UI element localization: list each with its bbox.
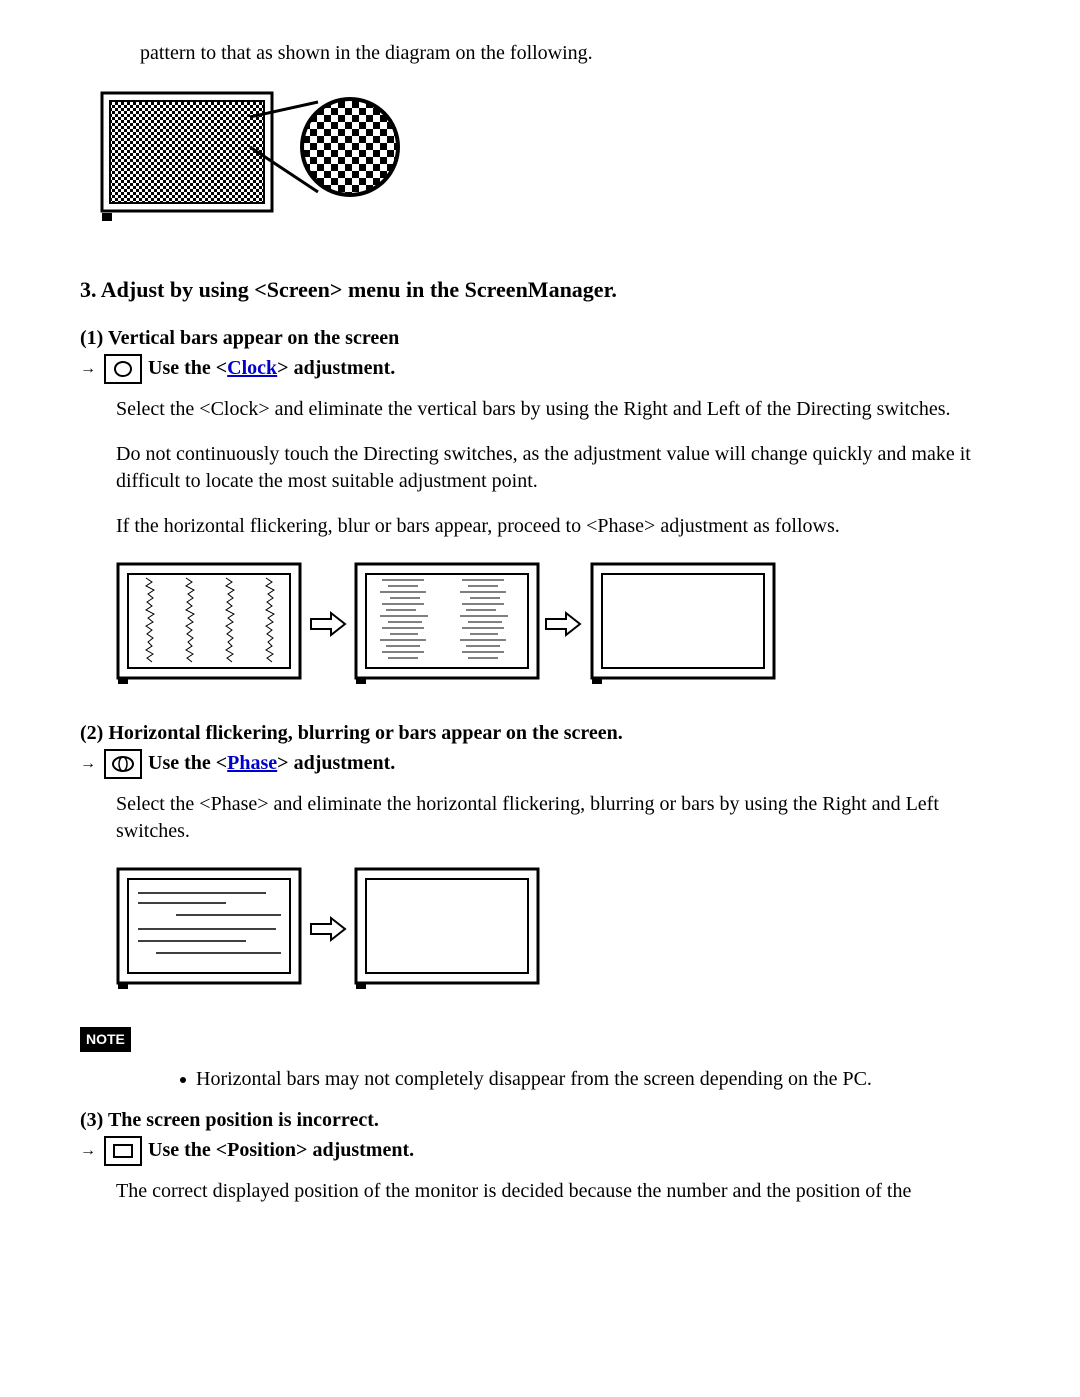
diagram-clock-adjust: [116, 558, 1000, 696]
clock-icon: [104, 354, 142, 384]
arrow-icon: →: [80, 1140, 96, 1162]
diagram-phase-adjust: [116, 863, 1000, 1001]
step1-para1: Select the <Clock> and eliminate the ver…: [116, 396, 1000, 423]
step2-heading: (2) Horizontal flickering, blurring or b…: [80, 720, 1000, 747]
step1-para2: Do not continuously touch the Directing …: [116, 441, 1000, 495]
note-badge: NOTE: [80, 1027, 131, 1052]
intro-text: pattern to that as shown in the diagram …: [140, 40, 1000, 67]
step2-action-suffix: > adjustment.: [277, 752, 395, 774]
step2-para1: Select the <Phase> and eliminate the hor…: [116, 791, 1000, 845]
step3-action-text: Use the <Position> adjustment.: [148, 1137, 414, 1164]
arrow-icon: →: [80, 358, 96, 380]
note-bullet-text: Horizontal bars may not completely disap…: [196, 1068, 872, 1090]
step1-action-prefix: Use the <: [148, 357, 227, 379]
bullet-icon: [180, 1077, 186, 1083]
step3-action-line: → Use the <Position> adjustment.: [80, 1136, 1000, 1166]
step1-action-suffix: > adjustment.: [277, 357, 395, 379]
phase-icon: [104, 749, 142, 779]
step1-action-line: → Use the <Clock> adjustment.: [80, 354, 1000, 384]
step3-para1: The correct displayed position of the mo…: [116, 1178, 1000, 1205]
step3-heading: (3) The screen position is incorrect.: [80, 1107, 1000, 1134]
diagram-checkerboard: [100, 87, 1000, 235]
step1-para3: If the horizontal flickering, blur or ba…: [116, 513, 1000, 540]
position-icon: [104, 1136, 142, 1166]
note-bullet-row: Horizontal bars may not completely disap…: [180, 1066, 1000, 1093]
arrow-icon: →: [80, 753, 96, 775]
step2-action-line: → Use the <Phase> adjustment.: [80, 749, 1000, 779]
clock-link[interactable]: Clock: [227, 357, 277, 379]
step2-action-prefix: Use the <: [148, 752, 227, 774]
phase-link[interactable]: Phase: [227, 752, 277, 774]
step1-heading: (1) Vertical bars appear on the screen: [80, 325, 1000, 352]
section-3-heading: 3. Adjust by using <Screen> menu in the …: [80, 275, 1000, 305]
